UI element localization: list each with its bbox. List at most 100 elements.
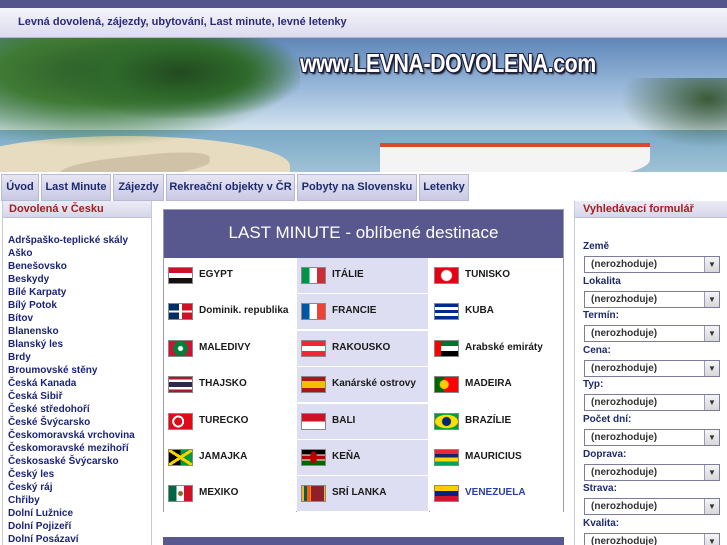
sidebar-link[interactable]: Blanský les xyxy=(3,338,151,351)
select-value: (nerozhoduje) xyxy=(591,501,658,513)
search-field-select[interactable]: (nerozhoduje) ▼ xyxy=(584,532,720,545)
destination-mexico[interactable]: MEXIKO xyxy=(164,476,296,513)
dropdown-arrow-icon[interactable]: ▼ xyxy=(704,326,719,342)
destination-egypt[interactable]: EGYPT xyxy=(164,258,296,294)
dropdown-arrow-icon[interactable]: ▼ xyxy=(704,430,719,445)
search-field-select[interactable]: (nerozhoduje) ▼ xyxy=(584,394,720,412)
destination-austria[interactable]: RAKOUSKO xyxy=(297,330,429,367)
dropdown-arrow-icon[interactable]: ▼ xyxy=(704,257,719,272)
destination-turkey[interactable]: TURECKO xyxy=(164,403,296,440)
destination-italy[interactable]: ITÁLIE xyxy=(297,258,429,294)
destination-tunisia[interactable]: TUNISKO xyxy=(430,258,563,294)
search-field-select[interactable]: (nerozhoduje) ▼ xyxy=(584,463,720,481)
sidebar-link[interactable]: Chřiby xyxy=(3,494,151,507)
search-field-label: Lokalita xyxy=(583,275,621,287)
sidebar-link[interactable]: Adršpaško-teplické skály xyxy=(3,234,151,247)
search-field-label: Termín: xyxy=(583,310,619,322)
destination-brazil[interactable]: BRAZÍLIE xyxy=(430,403,563,440)
sidebar-link[interactable]: Dolní Lužnice xyxy=(3,507,151,520)
destination-mauritius[interactable]: MAURICIUS xyxy=(430,440,563,476)
banner-palm-right xyxy=(620,78,727,148)
destination-name: VENEZUELA xyxy=(465,487,526,499)
sidebar-link[interactable]: Bílé Karpaty xyxy=(3,286,151,299)
sidebar-link[interactable]: Český ráj xyxy=(3,481,151,494)
nav-letenky[interactable]: Letenky xyxy=(419,174,469,201)
sidebar-link[interactable]: Dolní Posázaví xyxy=(3,533,151,545)
nav-home[interactable]: Úvod xyxy=(1,174,39,201)
destination-thailand[interactable]: THAJSKO xyxy=(164,367,296,404)
destination-uae[interactable]: Arabské emiráty xyxy=(430,330,563,367)
search-field-select[interactable]: (nerozhoduje) ▼ xyxy=(584,290,720,308)
header-banner: www.LEVNA-DOVOLENA.com xyxy=(0,38,727,172)
dropdown-arrow-icon[interactable]: ▼ xyxy=(704,464,719,480)
sidebar-link[interactable]: České Švýcarsko xyxy=(3,416,151,429)
destination-kenya[interactable]: KEŇA xyxy=(297,440,429,476)
select-value: (nerozhoduje) xyxy=(591,397,658,409)
destination-venezuela[interactable]: VENEZUELA xyxy=(430,476,563,513)
destination-cuba[interactable]: KUBA xyxy=(430,294,563,331)
sidebar-link[interactable]: Českomoravské mezihoří xyxy=(3,442,151,455)
uae-flag-icon xyxy=(434,339,459,357)
sidebar-link[interactable]: Bítov xyxy=(3,312,151,325)
nav-rekreacni-objekty[interactable]: Rekreační objekty v ČR xyxy=(166,174,295,201)
dropdown-arrow-icon[interactable]: ▼ xyxy=(704,533,719,545)
brazil-flag-icon xyxy=(434,412,459,430)
destination-portugal[interactable]: MADEIRA xyxy=(430,367,563,404)
search-field-select[interactable]: (nerozhoduje) ▼ xyxy=(584,325,720,343)
sidebar-link[interactable]: Blanensko xyxy=(3,325,151,338)
select-value: (nerozhoduje) xyxy=(591,293,658,305)
austria-flag-icon xyxy=(301,339,326,357)
sidebar-link[interactable]: Bílý Potok xyxy=(3,299,151,312)
sidebar: Dovolená v Česku Adršpaško-teplické skál… xyxy=(2,201,152,545)
sidebar-link[interactable]: Brdy xyxy=(3,351,151,364)
destination-name: BALI xyxy=(332,414,356,426)
select-value: (nerozhoduje) xyxy=(591,535,658,545)
sidebar-link[interactable]: Česká Sibiř xyxy=(3,390,151,403)
destination-name: Dominik. republika xyxy=(199,305,289,317)
destination-name: Kanárské ostrovy xyxy=(332,378,416,390)
top-stripe xyxy=(0,0,727,8)
destination-maldives[interactable]: MALEDIVY xyxy=(164,330,296,367)
destination-name: TURECKO xyxy=(199,414,249,426)
sidebar-title: Dovolená v Česku xyxy=(3,201,151,218)
destination-name: BRAZÍLIE xyxy=(465,414,512,426)
search-field-label: Země xyxy=(583,241,610,252)
tagline-bar: Levná dovolená, zájezdy, ubytování, Last… xyxy=(0,8,727,38)
nav-last-minute[interactable]: Last Minute xyxy=(41,174,111,201)
sidebar-link[interactable]: Beskydy xyxy=(3,273,151,286)
destination-indonesia[interactable]: BALI xyxy=(297,403,429,440)
dropdown-arrow-icon[interactable]: ▼ xyxy=(704,499,719,515)
sidebar-link[interactable]: Dolní Pojizeří xyxy=(3,520,151,533)
sidebar-link[interactable]: České středohoří xyxy=(3,403,151,416)
destination-name: MEXIKO xyxy=(199,487,239,499)
italy-flag-icon xyxy=(301,267,326,284)
sidebar-link[interactable]: Český les xyxy=(3,468,151,481)
sidebar-link[interactable]: Česká Kanada xyxy=(3,377,151,390)
destination-name: KUBA xyxy=(465,305,494,317)
search-field-select[interactable]: (nerozhoduje) ▼ xyxy=(584,256,720,273)
destination-name: SRÍ LANKA xyxy=(332,487,387,499)
destination-dominican-republic[interactable]: Dominik. republika xyxy=(164,294,296,331)
destination-france[interactable]: FRANCIE xyxy=(297,294,429,331)
search-field-select[interactable]: (nerozhoduje) ▼ xyxy=(584,359,720,377)
sidebar-link[interactable]: Českomoravská vrchovina xyxy=(3,429,151,442)
dropdown-arrow-icon[interactable]: ▼ xyxy=(704,395,719,411)
search-field-select[interactable]: (nerozhoduje) ▼ xyxy=(584,498,720,516)
nav-zajezdy[interactable]: Zájezdy xyxy=(113,174,164,201)
sidebar-link[interactable]: Českosaské Švýcarsko xyxy=(3,455,151,468)
dominican-republic-flag-icon xyxy=(168,303,193,321)
sri-lanka-flag-icon xyxy=(301,485,326,503)
dropdown-arrow-icon[interactable]: ▼ xyxy=(704,360,719,376)
nav-pobyty-slovensko[interactable]: Pobyty na Slovensku xyxy=(297,174,417,201)
sidebar-link[interactable]: Broumovské stěny xyxy=(3,364,151,377)
dropdown-arrow-icon[interactable]: ▼ xyxy=(704,291,719,307)
sidebar-link[interactable]: Benešovsko xyxy=(3,260,151,273)
destination-name: JAMAJKA xyxy=(199,451,248,462)
destination-jamaica[interactable]: JAMAJKA xyxy=(164,440,296,476)
destination-sri-lanka[interactable]: SRÍ LANKA xyxy=(297,476,429,513)
tagline: Levná dovolená, zájezdy, ubytování, Last… xyxy=(18,16,347,28)
search-field-select[interactable]: (nerozhoduje) ▼ xyxy=(584,429,720,446)
sidebar-link[interactable]: Aško xyxy=(3,247,151,260)
destination-canary-islands[interactable]: Kanárské ostrovy xyxy=(297,367,429,404)
select-value: (nerozhoduje) xyxy=(591,328,658,340)
